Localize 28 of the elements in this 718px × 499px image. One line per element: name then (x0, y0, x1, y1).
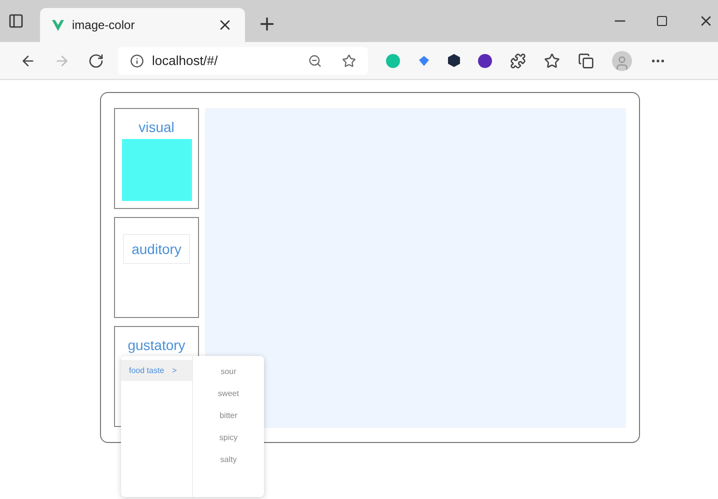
sense-label[interactable]: auditory (122, 234, 190, 264)
sense-label: visual (138, 118, 174, 137)
menu-item[interactable]: bitter (220, 408, 238, 423)
hexagon-icon[interactable] (448, 54, 460, 67)
browser-tab[interactable]: image-color (40, 8, 245, 42)
zoom-icon[interactable] (308, 54, 322, 68)
tab-actions-icon[interactable] (8, 13, 24, 29)
collections-icon[interactable] (578, 52, 594, 68)
info-icon (130, 54, 144, 68)
favorite-icon[interactable] (342, 54, 356, 68)
diamond-icon[interactable] (418, 54, 430, 66)
avatar-icon[interactable] (612, 50, 632, 70)
menu-group[interactable]: food taste > (121, 360, 192, 381)
extension-icon[interactable] (478, 54, 492, 68)
favorites-icon[interactable] (544, 52, 560, 68)
maximize-icon[interactable] (656, 15, 668, 27)
reload-icon[interactable] (88, 52, 104, 68)
back-icon[interactable] (20, 52, 36, 68)
v-logo-icon (52, 20, 64, 30)
tab-title: image-color (72, 17, 136, 34)
puzzle-icon[interactable] (510, 52, 526, 68)
sense-label: gustatory (128, 336, 186, 355)
menu-item[interactable]: salty (220, 452, 237, 467)
address-text: localhost/#/ (152, 52, 219, 70)
address-bar[interactable]: localhost/#/ (118, 46, 368, 74)
menu-item[interactable]: sour (220, 364, 236, 379)
menu-item[interactable]: sweet (218, 386, 239, 401)
menu-item[interactable]: spicy (219, 430, 238, 445)
